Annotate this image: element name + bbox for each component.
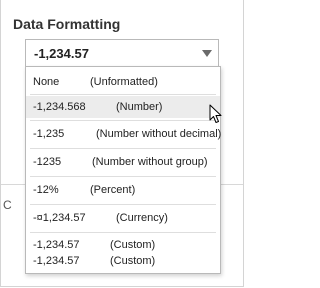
option-format: -1,234.568 [33,101,86,113]
format-option-number[interactable]: -1,234.568 (Number) [26,96,220,118]
option-format: None [33,76,60,88]
format-option-currency[interactable]: -¤1,234.57 (Currency) [26,207,220,229]
mouse-pointer-icon [209,104,222,123]
option-separator [30,204,216,205]
data-formatting-panel: Data Formatting -1,234.57 C None (Unform… [0,0,244,287]
option-separator [30,176,216,177]
option-description: (Unformatted) [90,76,158,88]
option-format: -1,234.57 [33,239,80,251]
option-format: -1,235 [33,128,65,140]
option-separator [30,94,216,95]
option-format: -1235 [33,156,62,168]
section-title: Data Formatting [13,16,121,32]
format-option-number-without-decimal[interactable]: -1,235 (Number without decimal) [26,123,222,145]
option-separator [30,120,216,121]
option-description: (Number) [116,101,163,113]
option-description: (Number without decimal) [96,128,222,140]
format-option-percent[interactable]: -12% (Percent) [26,179,220,201]
option-description: (Custom) [110,239,156,251]
option-description: (Number without group) [92,156,208,168]
option-description: (Currency) [116,212,168,224]
format-option-number-without-group[interactable]: -1235 (Number without group) [26,151,220,173]
option-description: (Percent) [90,184,136,196]
option-separator [30,148,216,149]
option-format: -12% [33,184,59,196]
option-separator [30,232,216,233]
obscured-label-fragment: C [3,198,12,212]
format-dropdown-list: None (Unformatted) -1,234.568 (Number) -… [25,66,221,274]
chevron-down-icon[interactable] [202,50,212,57]
option-format: -1,234.57 [33,255,80,267]
format-option-none[interactable]: None (Unformatted) [26,72,220,92]
option-description: (Custom) [110,255,156,267]
format-option-custom[interactable]: -1,234.57 (Custom) [26,251,220,269]
data-format-select[interactable]: -1,234.57 [25,39,219,67]
select-current-value: -1,234.57 [34,46,89,61]
option-format: -¤1,234.57 [33,212,86,224]
